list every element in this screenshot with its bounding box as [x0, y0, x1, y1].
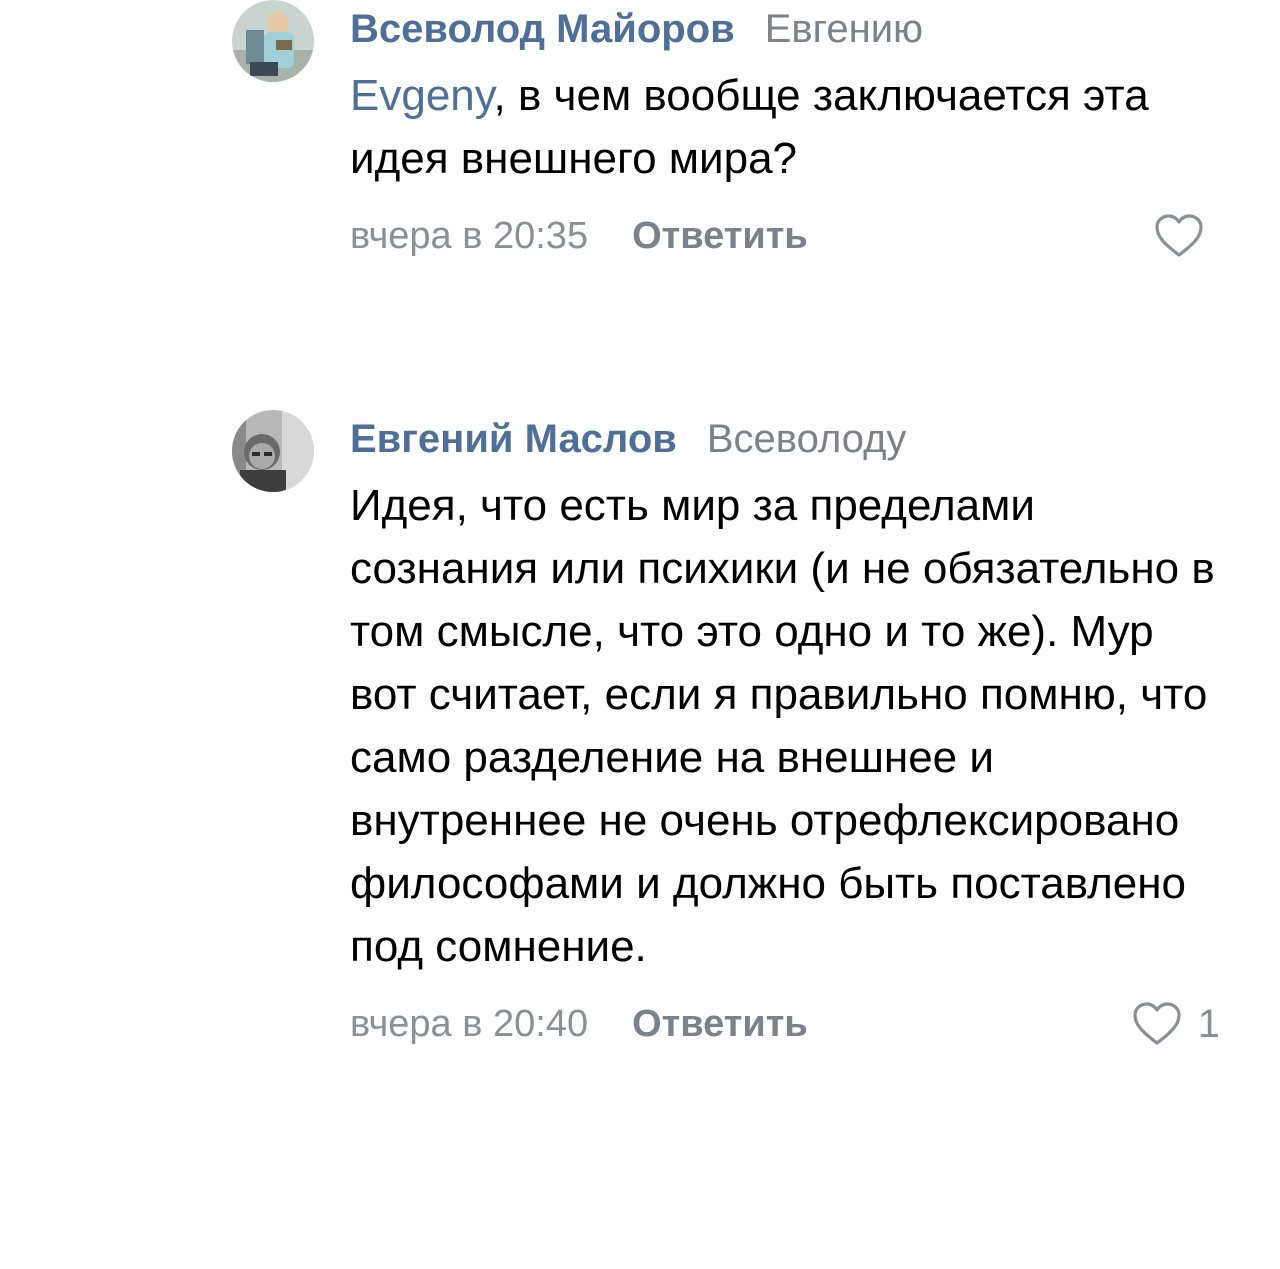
- comment-header: Евгений Маслов Всеволоду: [350, 412, 1230, 466]
- comment-footer: вчера в 20:35 Ответить: [350, 206, 1230, 266]
- comment-footer: вчера в 20:40 Ответить 1: [350, 994, 1230, 1054]
- reply-button[interactable]: Ответить: [632, 215, 808, 257]
- mention-link[interactable]: Evgeny: [350, 71, 494, 120]
- author-name[interactable]: Евгений Маслов: [350, 417, 677, 461]
- author-name[interactable]: Всеволод Майоров: [350, 7, 735, 51]
- heart-outline-icon: [1133, 1002, 1181, 1045]
- reply-button[interactable]: Ответить: [632, 1003, 808, 1045]
- heart-outline-icon: [1155, 214, 1203, 257]
- comment-header: Всеволод Майоров Евгению: [350, 2, 1230, 56]
- user-photo-icon: [232, 410, 314, 492]
- like-button[interactable]: 1: [1132, 994, 1220, 1054]
- avatar[interactable]: [232, 0, 314, 82]
- reply-to-name[interactable]: Евгению: [765, 7, 923, 51]
- avatar[interactable]: [232, 410, 314, 492]
- comment-text: Evgeny, в чем вообще заключается эта иде…: [350, 64, 1230, 190]
- user-photo-icon: [232, 0, 314, 82]
- like-count: 1: [1197, 1002, 1220, 1046]
- comment-time: вчера в 20:35: [350, 215, 589, 257]
- reply-to-name[interactable]: Всеволоду: [707, 417, 907, 461]
- comment-time: вчера в 20:40: [350, 1003, 589, 1045]
- comment-text: Идея, что есть мир за пределами сознания…: [350, 481, 1215, 971]
- like-button[interactable]: [1154, 206, 1220, 266]
